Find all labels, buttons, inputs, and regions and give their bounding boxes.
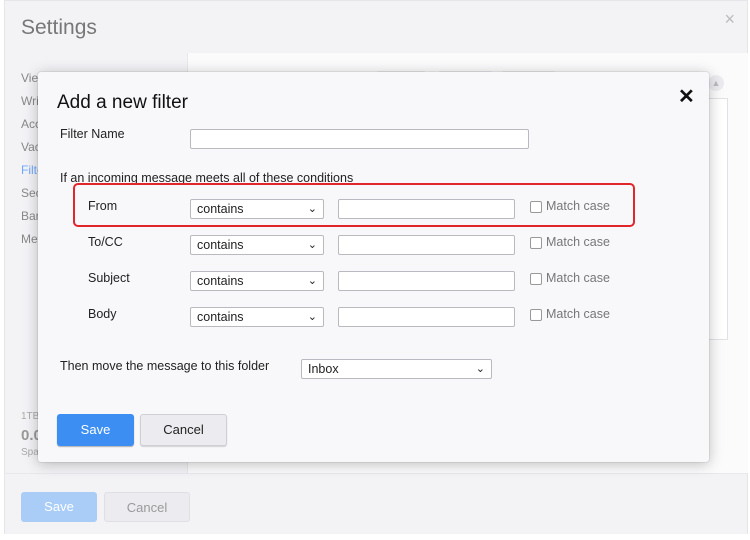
add-filter-dialog: Add a new filter ✕ Filter Name If an inc… — [38, 72, 709, 462]
checkbox[interactable] — [530, 273, 542, 285]
tocc-value-input[interactable] — [338, 235, 515, 255]
settings-cancel-button[interactable]: Cancel — [104, 492, 190, 522]
match-case-label: Match case — [546, 271, 610, 285]
subject-value-input[interactable] — [338, 271, 515, 291]
cancel-button[interactable]: Cancel — [140, 414, 227, 446]
settings-footer: Save Cancel — [5, 473, 747, 534]
select-value: Inbox — [308, 362, 339, 376]
subject-operator-select[interactable]: contains ⌄ — [190, 271, 324, 291]
select-value: contains — [197, 238, 244, 252]
checkbox[interactable] — [530, 201, 542, 213]
chevron-down-icon: ⌄ — [307, 239, 317, 251]
from-operator-select[interactable]: contains ⌄ — [190, 199, 324, 219]
chevron-down-icon: ⌄ — [307, 275, 317, 287]
select-value: contains — [197, 202, 244, 216]
select-value: contains — [197, 274, 244, 288]
match-case-label: Match case — [546, 235, 610, 249]
settings-close-icon[interactable]: × — [724, 9, 735, 30]
settings-title: Settings — [21, 16, 97, 39]
settings-save-button[interactable]: Save — [21, 492, 97, 522]
storage-label: 1TB — [21, 411, 40, 422]
checkbox[interactable] — [530, 309, 542, 321]
settings-header: Settings × — [5, 1, 747, 53]
condition-field-label: To/CC — [88, 235, 123, 249]
from-value-input[interactable] — [338, 199, 515, 219]
select-value: contains — [197, 310, 244, 324]
condition-field-label: Body — [88, 307, 117, 321]
match-case-label: Match case — [546, 199, 610, 213]
body-operator-select[interactable]: contains ⌄ — [190, 307, 324, 327]
chevron-down-icon: ⌄ — [475, 363, 485, 375]
chevron-down-icon: ⌄ — [307, 203, 317, 215]
condition-field-label: Subject — [88, 271, 130, 285]
folder-select[interactable]: Inbox ⌄ — [301, 359, 492, 379]
body-value-input[interactable] — [338, 307, 515, 327]
filter-name-input[interactable] — [190, 129, 529, 149]
checkbox[interactable] — [530, 237, 542, 249]
filter-name-label: Filter Name — [60, 127, 125, 141]
tocc-operator-select[interactable]: contains ⌄ — [190, 235, 324, 255]
action-label: Then move the message to this folder — [60, 359, 270, 373]
save-button[interactable]: Save — [57, 414, 134, 446]
chevron-down-icon: ⌄ — [307, 311, 317, 323]
close-icon[interactable]: ✕ — [678, 84, 695, 109]
upload-icon[interactable]: ▲ — [708, 75, 724, 91]
match-case-label: Match case — [546, 307, 610, 321]
condition-field-label: From — [88, 199, 118, 213]
dialog-title: Add a new filter — [57, 92, 188, 113]
